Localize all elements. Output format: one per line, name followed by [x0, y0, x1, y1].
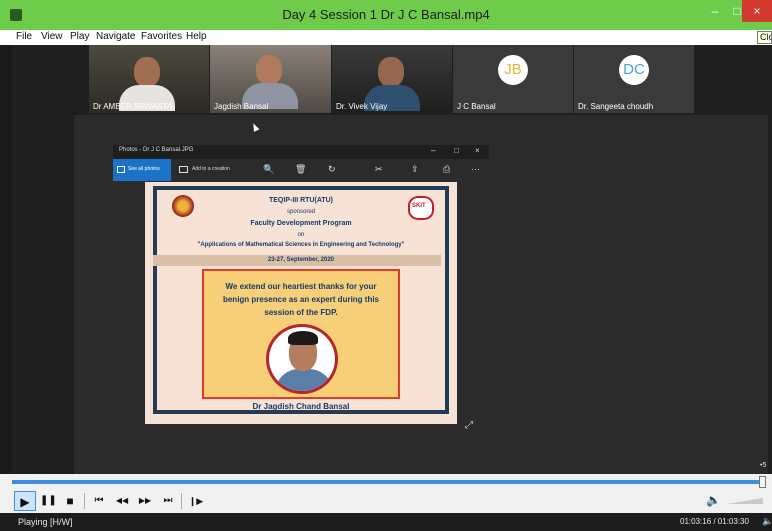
frame-step-button[interactable]: ❙▶: [186, 491, 206, 511]
participant-name: J C Bansal: [457, 102, 496, 111]
cert-date: 23-27, September, 2020: [267, 257, 335, 263]
speaker-portrait: [266, 324, 338, 394]
close-tooltip: Clo: [757, 31, 772, 44]
next-button[interactable]: ⏭: [158, 491, 178, 511]
cert-line-teqip: TEQIP-III RTU(ATU): [268, 197, 334, 204]
edit-icon[interactable]: ✂: [375, 164, 383, 175]
see-all-photos-button[interactable]: See all photos: [113, 159, 171, 181]
participant-tile: JB J C Bansal: [453, 45, 573, 113]
participant-tile: Dr. Vivek Vijay: [332, 45, 452, 113]
fast-forward-button[interactable]: ▶▶: [135, 491, 155, 511]
stop-button[interactable]: ■: [62, 491, 78, 511]
cert-line-program: Faculty Development Program: [250, 220, 352, 227]
expand-icon[interactable]: ⤢: [465, 420, 473, 431]
add-to-creation-button[interactable]: Add to a creation: [192, 166, 230, 172]
volume-level-icon: [727, 498, 763, 504]
volume-slider[interactable]: [727, 498, 763, 504]
menu-file[interactable]: File: [16, 31, 32, 42]
rewind-button[interactable]: ◀◀: [112, 491, 132, 511]
participant-tile: Jagdish Bansal: [210, 45, 331, 113]
status-volume-icon[interactable]: 🔈: [762, 516, 772, 527]
participant-avatar: DC: [619, 55, 649, 85]
photos-title: Photos - Dr J C Bansal.JPG: [119, 147, 194, 153]
cert-line-on: on: [297, 232, 305, 238]
photos-icon: [117, 166, 125, 173]
cert-speaker-name: Dr Jagdish Chand Bansal: [252, 402, 350, 411]
participant-tile: DC Dr. Sangeeta choudh: [574, 45, 694, 113]
participant-face: [134, 57, 160, 87]
volume-icon[interactable]: 🔈: [706, 493, 721, 507]
participant-tile: Dr AMBER SRIVASTA: [89, 45, 209, 113]
menu-favorites[interactable]: Favorites: [141, 31, 182, 42]
thanks-line-2: benign presence as an expert during this: [222, 295, 380, 304]
share-icon[interactable]: ⇪: [411, 164, 419, 175]
see-all-label: See all photos: [128, 166, 160, 172]
seek-thumb[interactable]: [759, 476, 766, 488]
participant-name: Dr. Sangeeta choudh: [578, 102, 654, 111]
zoom-icon[interactable]: 🔍: [263, 164, 274, 175]
participant-name: Dr AMBER SRIVASTA: [93, 102, 173, 111]
participant-name: Dr. Vivek Vijay: [336, 102, 388, 111]
title-bar[interactable]: Day 4 Session 1 Dr J C Bansal.mp4 – □ ×: [0, 0, 772, 30]
window-title: Day 4 Session 1 Dr J C Bansal.mp4: [282, 7, 490, 22]
photos-maximize-button[interactable]: □: [454, 146, 459, 155]
cert-line-sponsored: sponsored: [286, 209, 316, 215]
portrait-hair: [288, 331, 318, 345]
video-left-edge: [0, 45, 12, 474]
add-creation-icon[interactable]: [179, 166, 188, 173]
menu-play[interactable]: Play: [70, 31, 89, 42]
menu-help[interactable]: Help: [186, 31, 207, 42]
previous-button[interactable]: ⏮: [89, 491, 109, 511]
thanks-line-1: We extend our heartiest thanks for your: [225, 282, 377, 291]
photos-toolbar: See all photos Add to a creation 🔍 🗑 ↻ ✂…: [113, 159, 489, 181]
more-icon[interactable]: ···: [471, 164, 480, 174]
photos-title-bar[interactable]: Photos - Dr J C Bansal.JPG – □ ×: [113, 145, 489, 159]
photos-minimize-button[interactable]: –: [431, 146, 435, 155]
play-button[interactable]: ▶: [14, 491, 36, 511]
playback-speed: •5: [760, 462, 767, 469]
playback-time: 01:03:16 / 01:03:30: [680, 517, 749, 526]
participant-name: Jagdish Bansal: [214, 102, 269, 111]
thanks-line-3: session of the FDP.: [264, 308, 338, 317]
separator: [181, 493, 182, 509]
delete-icon[interactable]: 🗑: [295, 164, 306, 175]
minimize-button[interactable]: –: [704, 0, 726, 22]
participant-face: [378, 57, 404, 87]
menu-navigate[interactable]: Navigate: [96, 31, 135, 42]
cert-line-topic: "Applications of Mathematical Sciences i…: [197, 242, 405, 248]
menu-view[interactable]: View: [41, 31, 63, 42]
seek-progress: [12, 480, 766, 484]
print-icon[interactable]: ⎙: [443, 164, 450, 175]
separator: [84, 493, 85, 509]
media-player-window: Day 4 Session 1 Dr J C Bansal.mp4 – □ × …: [0, 0, 772, 531]
status-bar: Playing [H/W] 01:03:16 / 01:03:30 🔈: [0, 513, 772, 531]
rotate-icon[interactable]: ↻: [328, 164, 336, 175]
portrait-body: [275, 369, 333, 391]
close-button[interactable]: ×: [742, 0, 772, 22]
menu-bar: File View Play Navigate Favorites Help: [0, 30, 772, 45]
participant-face: [256, 55, 282, 85]
playback-status: Playing [H/W]: [18, 517, 73, 527]
pause-button[interactable]: ❚❚: [40, 491, 57, 511]
photos-close-button[interactable]: ×: [475, 146, 480, 155]
participant-avatar: JB: [498, 55, 528, 85]
